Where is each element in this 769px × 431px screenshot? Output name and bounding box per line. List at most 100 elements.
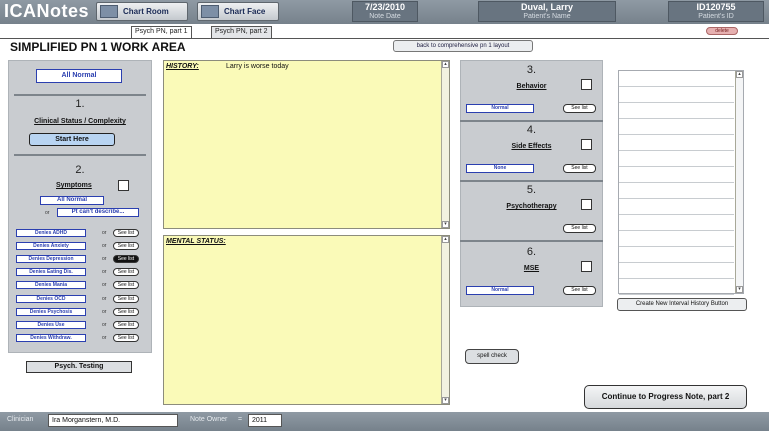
pt-cant-describe-button[interactable]: Pt can't describe... xyxy=(57,208,139,217)
scroll-up-icon[interactable]: ▴ xyxy=(442,61,449,68)
section-2-number: 2. xyxy=(75,164,85,176)
chart-face-label: Chart Face xyxy=(224,7,266,16)
history-row[interactable] xyxy=(619,167,734,183)
patient-id-box: ID120755 Patient's ID xyxy=(668,1,764,22)
see-list-button[interactable]: See list xyxy=(563,224,596,233)
history-row[interactable] xyxy=(619,119,734,135)
symptom-button[interactable]: Denies Use xyxy=(16,320,86,329)
history-label: HISTORY: xyxy=(166,63,199,70)
chart-room-label: Chart Room xyxy=(123,7,169,16)
history-row[interactable] xyxy=(619,87,734,103)
see-list-button[interactable]: See list xyxy=(113,229,139,237)
history-row[interactable] xyxy=(619,231,734,247)
history-text: Larry is worse today xyxy=(226,63,289,70)
section-divider xyxy=(460,180,603,182)
symptom-button[interactable]: Denies Anxiety xyxy=(16,242,86,251)
note-date-label: Note Date xyxy=(369,13,401,20)
see-list-button[interactable]: See list xyxy=(113,307,139,316)
scroll-down-icon[interactable]: ▾ xyxy=(736,286,743,293)
history-row[interactable] xyxy=(619,199,734,215)
mental-status-textarea[interactable]: MENTAL STATUS: ▴ ▾ xyxy=(163,235,450,405)
symptom-button[interactable]: Denies Eating Dis. xyxy=(16,268,86,277)
patient-name-label: Patient's Name xyxy=(523,13,571,20)
chart-room-icon xyxy=(100,5,118,18)
section-checkbox[interactable] xyxy=(581,199,592,210)
see-list-button[interactable]: See list xyxy=(113,242,139,251)
history-row[interactable] xyxy=(619,135,734,151)
delete-button[interactable]: delete xyxy=(706,27,738,35)
see-list-button[interactable]: See list xyxy=(113,294,139,303)
or-text: or xyxy=(102,269,107,276)
chart-room-button[interactable]: Chart Room xyxy=(96,2,188,21)
mental-status-scrollbar[interactable]: ▴ ▾ xyxy=(441,236,449,404)
note-date-value: 7/23/2010 xyxy=(364,2,406,12)
spell-check-button[interactable]: spell check xyxy=(465,349,519,364)
symptom-button[interactable]: Denies Psychosis xyxy=(16,307,86,316)
history-row[interactable] xyxy=(619,151,734,167)
or-text: or xyxy=(102,230,107,236)
app-logo: ICANotes xyxy=(4,1,90,21)
section-value-field[interactable]: Normal xyxy=(466,286,534,295)
scroll-up-icon[interactable]: ▴ xyxy=(442,236,449,243)
section-divider xyxy=(460,120,603,122)
symptoms-checkbox[interactable] xyxy=(118,180,129,191)
chart-face-button[interactable]: Chart Face xyxy=(197,2,279,21)
history-row[interactable] xyxy=(619,215,734,231)
tab-psych-pn-part-2[interactable]: Psych PN, part 2 xyxy=(211,26,272,38)
see-list-button[interactable]: See list xyxy=(113,268,139,277)
or-text: or xyxy=(102,308,107,315)
back-to-comprehensive-button[interactable]: back to comprehensive pn 1 layout xyxy=(393,40,533,52)
history-scrollbar[interactable]: ▴ ▾ xyxy=(441,61,449,228)
tab-psych-pn-part-1[interactable]: Psych PN, part 1 xyxy=(131,26,192,38)
interval-history-scrollbar[interactable]: ▴ ▾ xyxy=(735,71,743,293)
note-owner-field[interactable]: 2011 xyxy=(248,414,282,427)
history-row[interactable] xyxy=(619,103,734,119)
section-number: 6. xyxy=(526,246,537,258)
all-normal-button[interactable]: All Normal xyxy=(36,69,122,83)
mental-status-label: MENTAL STATUS: xyxy=(166,238,226,245)
section-divider xyxy=(14,94,146,96)
see-list-button[interactable]: See list xyxy=(113,320,139,329)
symptom-button[interactable]: Denies Depression xyxy=(16,255,86,264)
scroll-down-icon[interactable]: ▾ xyxy=(442,397,449,404)
scroll-down-icon[interactable]: ▾ xyxy=(442,221,449,228)
symptom-button[interactable]: Denies ADHD xyxy=(16,229,86,237)
see-list-button[interactable]: See list xyxy=(563,286,596,295)
or-text: or xyxy=(102,334,107,341)
section-checkbox[interactable] xyxy=(581,139,592,150)
psych-testing-button[interactable]: Psych. Testing xyxy=(26,361,132,373)
symptoms-all-normal-button[interactable]: All Normal xyxy=(40,196,104,205)
patient-id-value: ID120755 xyxy=(696,2,736,12)
symptom-row: Denies OCD or See list xyxy=(16,294,146,304)
see-list-button[interactable]: See list xyxy=(113,333,139,342)
history-row[interactable] xyxy=(619,71,734,87)
symptom-button[interactable]: Denies OCD xyxy=(16,294,86,303)
see-list-button[interactable]: See list xyxy=(563,104,596,113)
section-checkbox[interactable] xyxy=(581,79,592,90)
note-owner-label: Note Owner xyxy=(190,416,228,423)
equals-sign: = xyxy=(238,416,243,423)
section-checkbox[interactable] xyxy=(581,261,592,272)
symptom-button[interactable]: Denies Withdraw. xyxy=(16,333,86,342)
or-text: or xyxy=(45,210,50,216)
or-text: or xyxy=(102,321,107,328)
history-row[interactable] xyxy=(619,263,734,279)
section-value-field[interactable]: Normal xyxy=(466,104,534,113)
continue-to-part-2-button[interactable]: Continue to Progress Note, part 2 xyxy=(584,385,747,409)
history-row[interactable] xyxy=(619,279,734,295)
symptom-button[interactable]: Denies Mania xyxy=(16,281,86,290)
symptom-row: Denies Use or See list xyxy=(16,320,146,330)
history-textarea[interactable]: HISTORY: Larry is worse today ▴ ▾ xyxy=(163,60,450,229)
see-list-button[interactable]: See list xyxy=(563,164,596,173)
section-value-field[interactable]: None xyxy=(466,164,534,173)
history-row[interactable] xyxy=(619,247,734,263)
or-text: or xyxy=(102,243,107,250)
see-list-button[interactable]: See list xyxy=(113,255,139,264)
scroll-up-icon[interactable]: ▴ xyxy=(736,71,743,78)
create-interval-history-button[interactable]: Create New Interval History Button xyxy=(617,298,747,311)
history-row[interactable] xyxy=(619,183,734,199)
see-list-button[interactable]: See list xyxy=(113,281,139,290)
clinician-field[interactable]: Ira Morganstern, M.D. xyxy=(48,414,178,427)
symptom-row: Denies Mania or See list xyxy=(16,281,146,290)
start-here-button[interactable]: Start Here xyxy=(29,133,115,146)
